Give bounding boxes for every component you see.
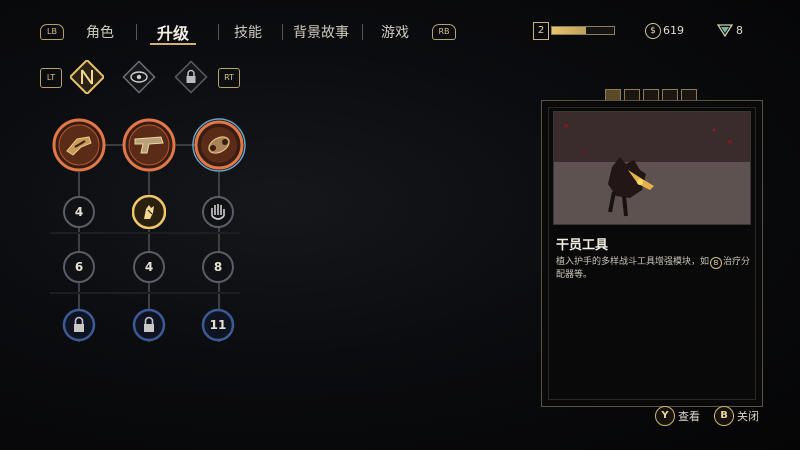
lb-bumper-hint[interactable]: LB — [40, 24, 64, 40]
detail-description: 植入护手的多样战斗工具增强模块，如 B 治疗分配器等。 — [556, 256, 752, 282]
player-level: 2 — [533, 22, 549, 40]
currency-icon: $ — [645, 23, 661, 39]
upgrade-node[interactable] — [201, 195, 235, 229]
detail-desc-text: 植入护手的多样战斗工具增强模块，如 — [556, 257, 710, 267]
y-button-icon[interactable]: Y — [655, 406, 675, 426]
perk-pistol[interactable] — [121, 117, 177, 173]
node-cost: 11 — [209, 318, 227, 332]
tree-tab-gadgets[interactable] — [68, 58, 106, 96]
upgrade-node-locked[interactable] — [62, 308, 96, 342]
pistol-icon — [122, 118, 176, 172]
upgrade-node-selected[interactable] — [132, 195, 166, 229]
b-button-icon[interactable]: B — [714, 406, 734, 426]
preview-scene — [554, 112, 750, 224]
perk-drone[interactable] — [191, 117, 247, 173]
perk-gauntlet[interactable] — [51, 117, 107, 173]
row-divider — [50, 292, 240, 294]
palm-icon — [202, 196, 234, 228]
currency-amount: 619 — [663, 24, 684, 37]
nav-divider — [362, 24, 363, 40]
upgrade-token-icon — [717, 24, 733, 37]
node-cost: 8 — [213, 260, 223, 274]
eye-tree-icon — [122, 60, 156, 94]
view-prompt-label[interactable]: 查看 — [678, 408, 700, 424]
row-divider — [50, 232, 240, 234]
close-prompt-label[interactable]: 关闭 — [737, 408, 759, 424]
hand-energy-icon — [132, 195, 166, 229]
lock-icon — [174, 60, 208, 94]
xp-progress-bar — [551, 26, 615, 35]
detail-title: 干员工具 — [556, 238, 609, 253]
node-cost: 4 — [74, 205, 84, 219]
tab-upgrades[interactable]: 升级 — [157, 20, 189, 44]
tab-backstory[interactable]: 背景故事 — [293, 22, 349, 42]
active-tab-underline — [150, 43, 196, 45]
drone-icon — [192, 118, 246, 172]
lt-trigger-hint[interactable]: LT — [40, 68, 62, 88]
preview-video — [553, 111, 751, 225]
upgrade-node[interactable]: 6 — [62, 250, 96, 284]
nav-divider — [136, 24, 137, 40]
rt-trigger-hint[interactable]: RT — [218, 68, 240, 88]
upgrade-node[interactable]: 4 — [62, 195, 96, 229]
gadget-tree-icon — [68, 58, 106, 96]
nav-divider — [282, 24, 283, 40]
upgrade-node[interactable]: 4 — [132, 250, 166, 284]
node-cost: 4 — [144, 260, 154, 274]
tab-character[interactable]: 角色 — [86, 22, 114, 42]
upgrade-node[interactable]: 8 — [201, 250, 235, 284]
top-nav-bar: LB 角色 升级 技能 背景故事 游戏 RB 2 $ 619 8 — [0, 0, 800, 62]
b-button-icon: B — [710, 257, 723, 269]
upgrade-node-locked[interactable] — [132, 308, 166, 342]
node-cost: 6 — [74, 260, 84, 274]
lock-icon — [132, 308, 166, 342]
gauntlet-icon — [52, 118, 106, 172]
tab-game[interactable]: 游戏 — [381, 22, 409, 42]
upgrade-node[interactable]: 11 — [201, 308, 235, 342]
tree-tab-locked[interactable] — [174, 60, 208, 94]
rb-bumper-hint[interactable]: RB — [432, 24, 456, 40]
nav-divider — [218, 24, 219, 40]
upgrade-token-amount: 8 — [736, 24, 743, 37]
tab-skills[interactable]: 技能 — [234, 22, 262, 42]
lock-icon — [62, 308, 96, 342]
xp-progress-fill — [552, 27, 587, 34]
tree-tab-scan[interactable] — [122, 60, 156, 94]
